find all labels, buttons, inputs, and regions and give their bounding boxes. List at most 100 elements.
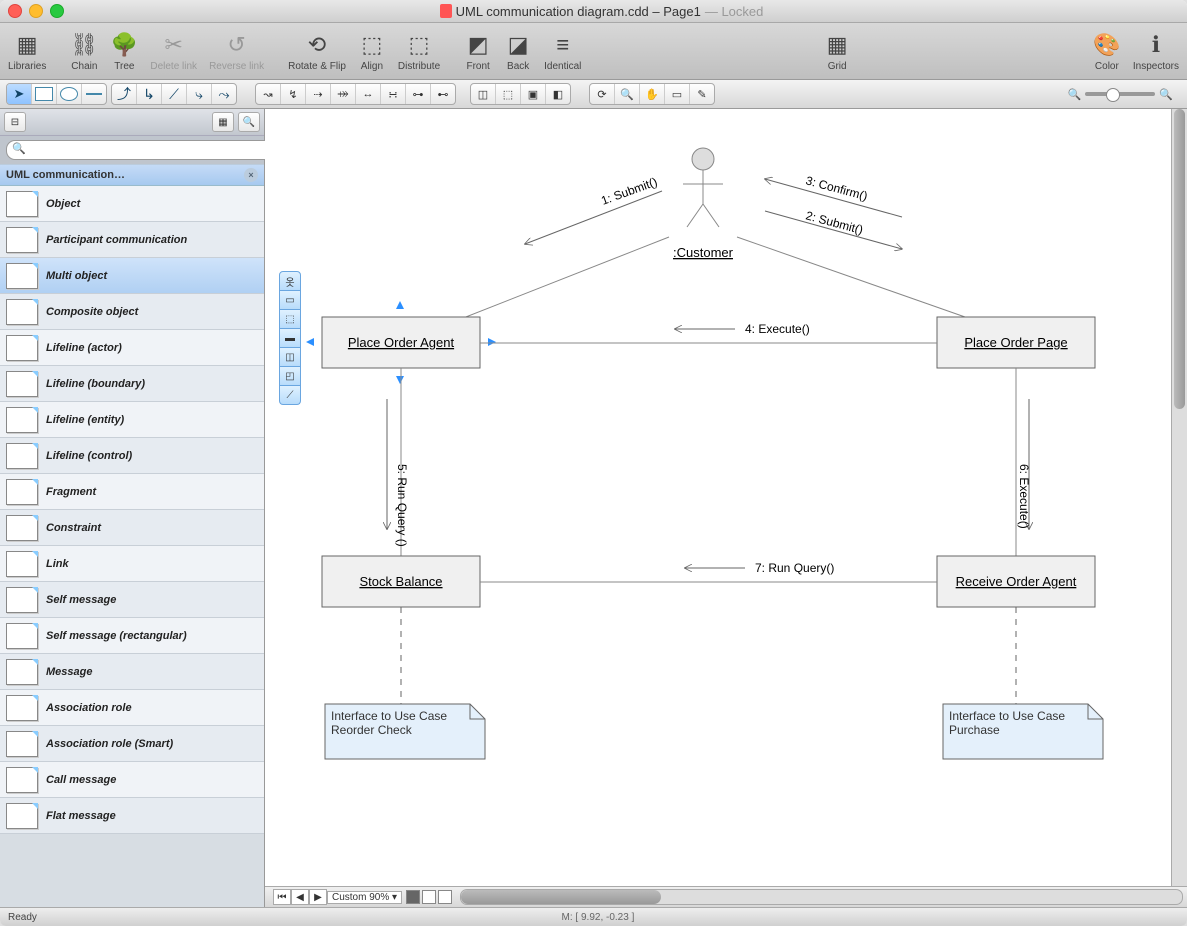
toolbar-distribute[interactable]: ⬚Distribute (398, 31, 440, 72)
toolbar-front[interactable]: ◩Front (464, 31, 492, 72)
fp-actor[interactable]: 옷 (279, 271, 301, 291)
toolbar-libraries[interactable]: ▦Libraries (8, 31, 46, 72)
message-6[interactable]: 6: Execute() (1017, 399, 1031, 529)
library-item-participant-communication[interactable]: Participant communication (0, 222, 264, 258)
rect-tool[interactable] (32, 84, 57, 104)
toolbar-rotate-flip[interactable]: ⟲Rotate & Flip (288, 31, 346, 72)
path-tool-2[interactable]: ↯ (281, 84, 306, 104)
toolbar-inspectors[interactable]: ℹInspectors (1133, 31, 1179, 72)
shape-op-3[interactable]: ▣ (521, 84, 546, 104)
nav-tool-5[interactable]: ✎ (690, 84, 714, 104)
toolbar-align[interactable]: ⬚Align (358, 31, 386, 72)
lib-search-toggle[interactable]: 🔍 (238, 112, 260, 132)
zoom-out-icon[interactable]: 🔍 (1068, 88, 1082, 101)
fp-box3[interactable]: ▬ (279, 329, 301, 348)
fp-box2[interactable]: ⬚ (279, 310, 301, 329)
pointer-tool[interactable]: ➤ (7, 84, 32, 104)
path-tool-6[interactable]: ∺ (381, 84, 406, 104)
connector-tool-2[interactable]: ↳ (137, 84, 162, 104)
message-1[interactable]: 1: Submit() (525, 175, 662, 244)
nav-tool-3[interactable]: ✋ (640, 84, 665, 104)
connector-tool-4[interactable]: ⤷ (187, 84, 212, 104)
toolbar-chain[interactable]: ⛓Chain (70, 31, 98, 72)
page-thumbs[interactable] (402, 890, 456, 904)
library-item-self-message[interactable]: Self message (0, 582, 264, 618)
shape-op-1[interactable]: ◫ (471, 84, 496, 104)
tool-toolbar: ➤ ⤴ ↳ ⟋ ⤷ ⤳ ↝ ↯ ⇢ ⤀ ↔ ∺ ⊶ ⊷ ◫ ⬚ ▣ ◧ (0, 80, 1187, 109)
library-item-link[interactable]: Link (0, 546, 264, 582)
connector-tool-1[interactable]: ⤴ (112, 84, 137, 104)
message-3[interactable]: 3: Confirm() (765, 173, 902, 217)
library-item-self-message-rectangular-[interactable]: Self message (rectangular) (0, 618, 264, 654)
message-2[interactable]: 2: Submit() (765, 208, 902, 249)
floating-shape-palette[interactable]: 옷 ▭ ⬚ ▬ ◫ ◰ ⟋ (279, 271, 301, 405)
diagram-canvas[interactable]: :Customer 1: Submit() 2: Submit() (265, 109, 1187, 886)
library-close[interactable]: × (244, 168, 258, 182)
library-item-composite-object[interactable]: Composite object (0, 294, 264, 330)
box-place-order-page[interactable]: Place Order Page (937, 317, 1095, 368)
library-item-message[interactable]: Message (0, 654, 264, 690)
fp-box1[interactable]: ▭ (279, 291, 301, 310)
toolbar-tree[interactable]: 🌳Tree (110, 31, 138, 72)
path-tool-8[interactable]: ⊷ (431, 84, 455, 104)
line-tool[interactable] (82, 84, 106, 104)
message-5[interactable]: 5: Run Query () (387, 399, 409, 547)
connector-tool-5[interactable]: ⤳ (212, 84, 236, 104)
vertical-scrollbar[interactable] (1171, 109, 1187, 886)
library-item-lifeline-control-[interactable]: Lifeline (control) (0, 438, 264, 474)
toolbar-back[interactable]: ◪Back (504, 31, 532, 72)
shape-op-2[interactable]: ⬚ (496, 84, 521, 104)
svg-text:Stock Balance: Stock Balance (359, 574, 442, 589)
library-item-association-role[interactable]: Association role (0, 690, 264, 726)
actor-customer[interactable]: :Customer (673, 148, 734, 260)
message-7[interactable]: 7: Run Query() (685, 561, 834, 575)
library-item-multi-object[interactable]: Multi object (0, 258, 264, 294)
horizontal-scrollbar[interactable] (460, 889, 1183, 905)
path-tool-5[interactable]: ↔ (356, 84, 381, 104)
box-receive-order-agent[interactable]: Receive Order Agent (937, 556, 1095, 607)
message-4[interactable]: 4: Execute() (675, 322, 810, 336)
zoom-select[interactable]: Custom 90% ▾ (327, 891, 402, 904)
library-item-fragment[interactable]: Fragment (0, 474, 264, 510)
toolbar-identical[interactable]: ≡Identical (544, 31, 581, 72)
zoom-in-icon[interactable]: 🔍 (1159, 88, 1173, 101)
library-item-constraint[interactable]: Constraint (0, 510, 264, 546)
path-tool-4[interactable]: ⤀ (331, 84, 356, 104)
library-item-lifeline-actor-[interactable]: Lifeline (actor) (0, 330, 264, 366)
note-reorder-check[interactable]: Interface to Use Case Reorder Check (325, 704, 485, 759)
page-prev[interactable]: ◀ (291, 889, 309, 905)
minimize-button[interactable] (29, 4, 43, 18)
path-tool-3[interactable]: ⇢ (306, 84, 331, 104)
library-item-association-role-smart-[interactable]: Association role (Smart) (0, 726, 264, 762)
path-tool-7[interactable]: ⊶ (406, 84, 431, 104)
zoom-slider[interactable]: 🔍 🔍 (1060, 88, 1181, 101)
fp-box5[interactable]: ◰ (279, 367, 301, 386)
library-item-flat-message[interactable]: Flat message (0, 798, 264, 834)
svg-text:4: Execute(): 4: Execute() (745, 322, 810, 336)
nav-tool-1[interactable]: ⟳ (590, 84, 615, 104)
library-item-call-message[interactable]: Call message (0, 762, 264, 798)
library-item-lifeline-entity-[interactable]: Lifeline (entity) (0, 402, 264, 438)
shape-op-4[interactable]: ◧ (546, 84, 570, 104)
fp-box6[interactable]: ⟋ (279, 386, 301, 405)
lib-tree-toggle[interactable]: ⊟ (4, 112, 26, 132)
nav-tool-2[interactable]: 🔍 (615, 84, 640, 104)
note-purchase[interactable]: Interface to Use Case Purchase (943, 704, 1103, 759)
library-title-bar[interactable]: UML communication… × (0, 164, 264, 186)
library-item-object[interactable]: Object (0, 186, 264, 222)
connector-tool-3[interactable]: ⟋ (162, 84, 187, 104)
library-search-input[interactable] (6, 140, 296, 160)
toolbar-color[interactable]: 🎨Color (1093, 31, 1121, 72)
page-first[interactable]: ⏮ (273, 889, 291, 905)
path-tool-1[interactable]: ↝ (256, 84, 281, 104)
page-next[interactable]: ▶ (309, 889, 327, 905)
zoom-button[interactable] (50, 4, 64, 18)
box-stock-balance[interactable]: Stock Balance (322, 556, 480, 607)
nav-tool-4[interactable]: ▭ (665, 84, 690, 104)
ellipse-tool[interactable] (57, 84, 82, 104)
close-button[interactable] (8, 4, 22, 18)
lib-view-grid[interactable]: ▦ (212, 112, 234, 132)
fp-box4[interactable]: ◫ (279, 348, 301, 367)
toolbar-grid[interactable]: ▦Grid (823, 31, 851, 72)
library-item-lifeline-boundary-[interactable]: Lifeline (boundary) (0, 366, 264, 402)
